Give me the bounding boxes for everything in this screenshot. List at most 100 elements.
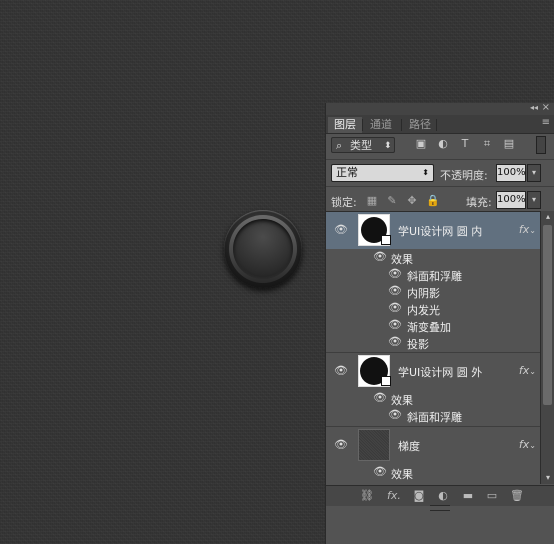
eye-icon[interactable]: 👁 xyxy=(334,224,348,236)
add-mask-icon[interactable]: ◙ xyxy=(412,489,426,503)
blend-mode-select[interactable]: 正常 ⬍ xyxy=(331,164,434,182)
lock-position-icon[interactable]: ✥ xyxy=(406,195,418,207)
eye-icon[interactable]: 👁 xyxy=(388,268,402,280)
layers-bottom-toolbar: ⛓ fx. ◙ ◐ ▬ ▭ 🗑 xyxy=(326,485,554,506)
layer-fx-icon[interactable]: fx⌄ xyxy=(519,364,536,377)
effect-name[interactable]: 斜面和浮雕 xyxy=(407,409,462,425)
effects-group: 👁 效果 xyxy=(326,390,540,408)
layer-thumbnail[interactable] xyxy=(358,429,390,461)
chevron-down-icon[interactable]: ⌄ xyxy=(529,226,536,235)
eye-icon[interactable]: 👁 xyxy=(388,302,402,314)
effects-label: 效果 xyxy=(391,253,413,266)
eye-icon[interactable]: 👁 xyxy=(388,319,402,331)
collapse-panel-icon[interactable]: ◂◂ xyxy=(530,103,538,112)
effect-name[interactable]: 内发光 xyxy=(407,302,440,318)
close-panel-icon[interactable]: × xyxy=(542,102,550,113)
opacity-field[interactable]: 100% xyxy=(496,164,526,182)
chevron-down-icon[interactable]: ⌄ xyxy=(529,367,536,376)
eye-icon[interactable]: 👁 xyxy=(388,336,402,348)
effect-item: 👁 斜面和浮雕 xyxy=(326,407,540,425)
smart-object-filter-icon[interactable]: ▤ xyxy=(502,137,516,151)
lock-row: 锁定: ▦ ✎ ✥ 🔒 填充: 100% ▾ xyxy=(326,186,554,212)
blend-mode-value: 正常 xyxy=(336,166,358,179)
effect-item: 👁 投影 xyxy=(326,334,540,352)
button-artwork-outer-circle xyxy=(224,210,302,288)
layer-name[interactable]: 梯度 xyxy=(398,438,420,454)
layer-thumbnail[interactable] xyxy=(358,355,391,387)
eye-icon[interactable]: 👁 xyxy=(373,392,387,404)
layer-fx-icon[interactable]: fx⌄ xyxy=(519,438,536,451)
layers-panel: ◂◂ × 图层 通道 路径 ≡ ⌕ 类型 ⬍ ▣ ◐ T ⌗ ▤ 正常 ⬍ 不透… xyxy=(325,102,554,544)
fx-label: fx xyxy=(518,223,530,236)
layer-row[interactable]: 👁 学UI设计网 圆 内 fx⌄ xyxy=(326,212,540,249)
effect-item: 👁 斜面和浮雕 xyxy=(326,266,540,284)
tab-paths[interactable]: 路径 xyxy=(403,117,437,133)
adjustment-filter-icon[interactable]: ◐ xyxy=(436,137,450,151)
chevron-updown-icon: ⬍ xyxy=(384,141,392,151)
search-icon: ⌕ xyxy=(336,139,343,152)
scroll-down-icon[interactable]: ▾ xyxy=(541,472,554,484)
tab-layers[interactable]: 图层 xyxy=(328,117,362,133)
delete-layer-icon[interactable]: 🗑 xyxy=(510,489,524,503)
tab-divider xyxy=(401,119,402,131)
scrollbar-thumb[interactable] xyxy=(543,225,552,405)
eye-icon[interactable]: 👁 xyxy=(373,251,387,263)
eye-icon[interactable]: 👁 xyxy=(334,365,348,377)
lock-transparent-icon[interactable]: ▦ xyxy=(366,195,378,207)
panel-menu-icon[interactable]: ≡ xyxy=(542,117,550,128)
panel-title-bar: ◂◂ × xyxy=(326,102,554,115)
layer-name[interactable]: 学UI设计网 圆 外 xyxy=(398,364,482,380)
blend-row: 正常 ⬍ 不透明度: 100% ▾ xyxy=(326,159,554,186)
effect-item: 👁 内发光 xyxy=(326,300,540,318)
layer-row[interactable]: 👁 学UI设计网 圆 外 fx⌄ xyxy=(326,352,540,390)
effects-group: 👁 效果 xyxy=(326,464,540,482)
effect-item: 👁 渐变叠加 xyxy=(326,317,540,335)
panel-tab-bar: 图层 通道 路径 ≡ xyxy=(326,115,554,134)
layers-list: 👁 学UI设计网 圆 内 fx⌄ 👁 效果 👁 斜面和浮雕 👁 内阴影 👁 内发… xyxy=(326,211,540,485)
link-layers-icon[interactable]: ⛓ xyxy=(360,489,374,503)
filter-kind-label: 类型 xyxy=(350,139,372,152)
type-filter-icon[interactable]: T xyxy=(458,137,472,151)
shape-filter-icon[interactable]: ⌗ xyxy=(480,137,494,151)
filter-toggle-switch[interactable] xyxy=(536,136,546,154)
new-group-icon[interactable]: ▬ xyxy=(461,489,475,503)
lock-label: 锁定: xyxy=(331,196,357,209)
effect-name[interactable]: 渐变叠加 xyxy=(407,319,451,335)
chevron-down-icon[interactable]: ⌄ xyxy=(529,441,536,450)
fill-field[interactable]: 100% xyxy=(496,191,526,209)
new-layer-icon[interactable]: ▭ xyxy=(485,489,499,503)
layer-row[interactable]: 👁 梯度 fx⌄ xyxy=(326,426,540,464)
eye-icon[interactable]: 👁 xyxy=(373,466,387,478)
layer-style-icon[interactable]: fx. xyxy=(385,489,403,503)
effects-label: 效果 xyxy=(391,468,413,481)
eye-icon[interactable]: 👁 xyxy=(388,409,402,421)
adjustment-layer-icon[interactable]: ◐ xyxy=(436,489,450,503)
panel-resize-grip[interactable] xyxy=(430,505,450,511)
button-artwork-inner-circle xyxy=(233,219,293,279)
filter-kind-select[interactable]: ⌕ 类型 ⬍ xyxy=(331,137,395,153)
layer-fx-icon[interactable]: fx⌄ xyxy=(519,223,536,236)
scroll-up-icon[interactable]: ▴ xyxy=(541,211,554,223)
fill-label: 填充: xyxy=(466,196,492,209)
lock-all-icon[interactable]: 🔒 xyxy=(426,195,440,207)
tab-channels[interactable]: 通道 xyxy=(364,117,398,133)
eye-icon[interactable]: 👁 xyxy=(334,439,348,451)
chevron-updown-icon: ⬍ xyxy=(422,168,429,177)
opacity-label: 不透明度: xyxy=(440,169,488,182)
tab-divider xyxy=(362,119,363,131)
layer-name[interactable]: 学UI设计网 圆 内 xyxy=(398,223,482,239)
lock-paint-icon[interactable]: ✎ xyxy=(386,195,398,207)
layers-scrollbar[interactable]: ▴ ▾ xyxy=(540,211,554,484)
effect-name[interactable]: 斜面和浮雕 xyxy=(407,268,462,284)
layer-thumbnail[interactable] xyxy=(358,214,391,246)
effect-name[interactable]: 投影 xyxy=(407,336,429,352)
effect-name[interactable]: 内阴影 xyxy=(407,285,440,301)
eye-icon[interactable]: 👁 xyxy=(388,285,402,297)
opacity-dropdown-button[interactable]: ▾ xyxy=(527,164,541,182)
vector-mask-icon xyxy=(381,376,391,386)
fill-dropdown-button[interactable]: ▾ xyxy=(527,191,541,209)
vector-mask-icon xyxy=(381,235,391,245)
image-filter-icon[interactable]: ▣ xyxy=(414,137,428,151)
button-artwork-ring xyxy=(229,215,297,283)
fx-label: fx xyxy=(518,364,530,377)
